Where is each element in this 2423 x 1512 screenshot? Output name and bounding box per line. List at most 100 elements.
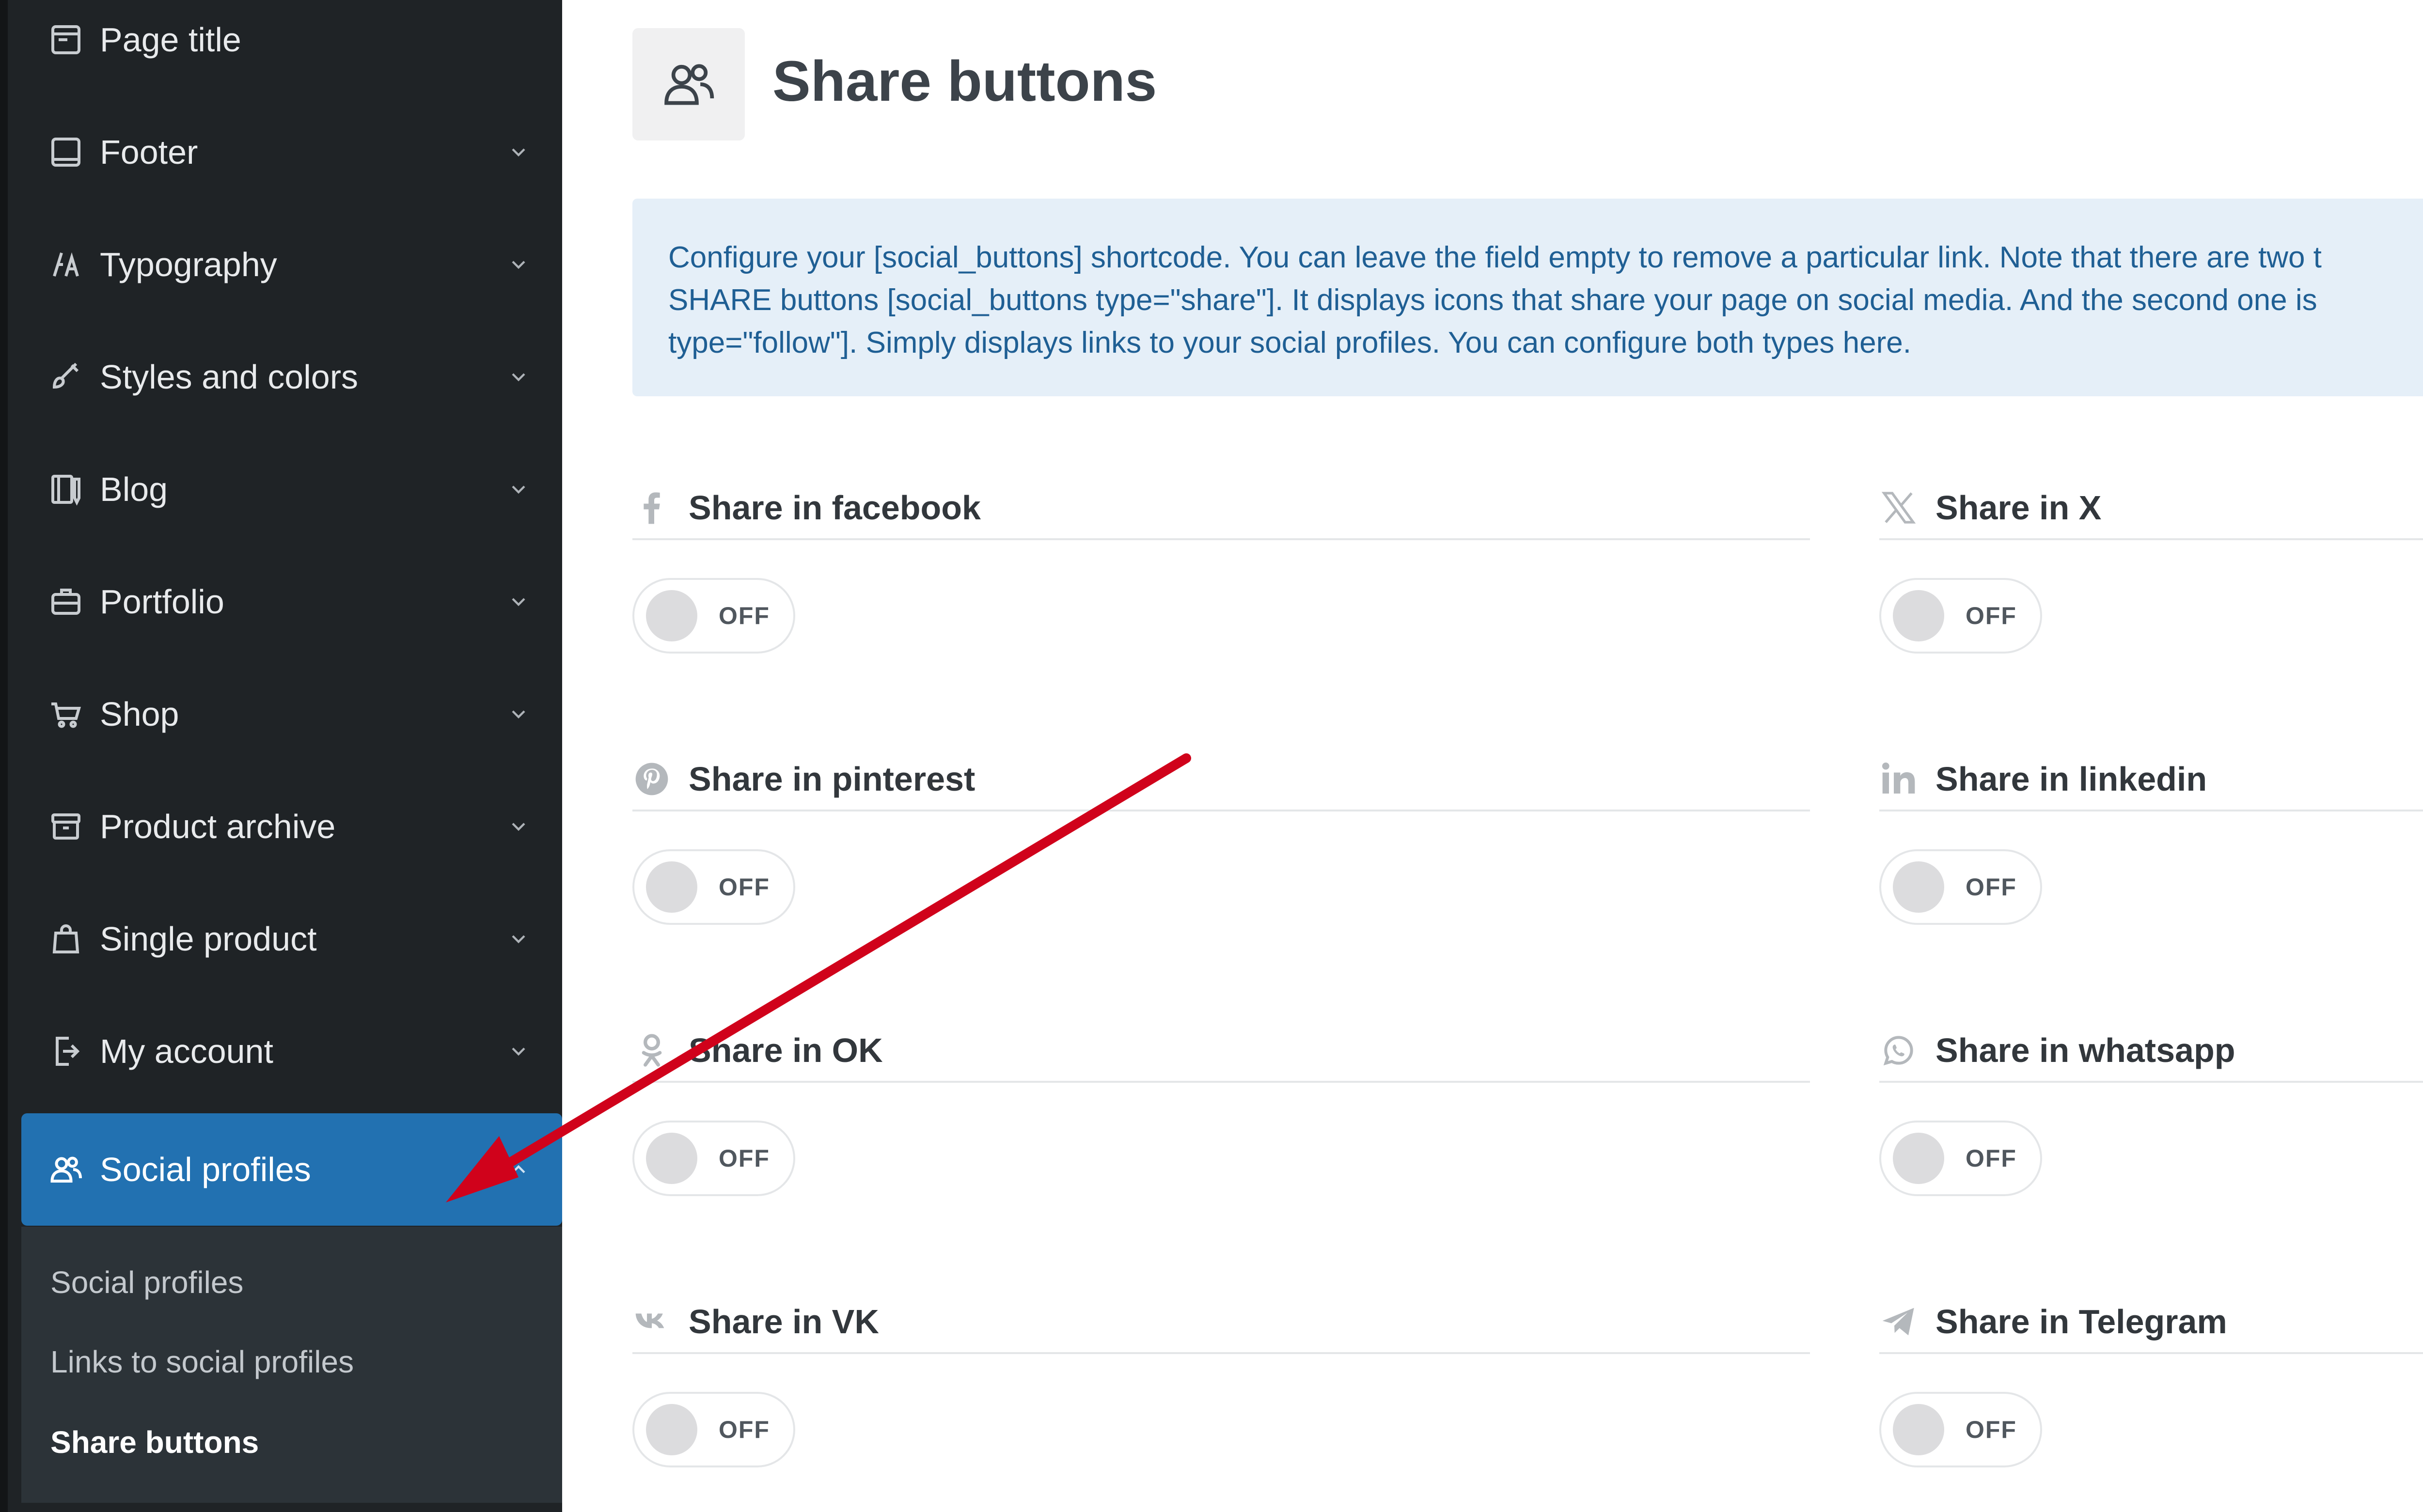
submenu-item-share-buttons[interactable]: Share buttons — [50, 1424, 259, 1460]
chevron-down-icon[interactable] — [504, 250, 533, 279]
bag-icon — [46, 919, 86, 959]
field-label: Share in facebook — [689, 489, 981, 527]
toggle-knob — [1893, 1404, 1944, 1455]
field-share-ok: Share in OK OFF — [632, 1020, 1810, 1196]
toggle-knob — [1893, 861, 1944, 913]
toggle-knob — [646, 1133, 697, 1184]
field-label: Share in linkedin — [1935, 760, 2207, 798]
toggle-knob — [646, 590, 697, 641]
field-share-x: Share in X OFF — [1879, 477, 2423, 654]
users-icon — [632, 28, 745, 140]
social-profiles-submenu: Social profiles Links to social profiles… — [21, 1227, 562, 1503]
page-title-icon — [46, 19, 86, 60]
toggle-switch[interactable]: OFF — [632, 578, 795, 654]
field-share-vk: Share in VK OFF — [632, 1291, 1810, 1467]
field-label: Share in OK — [689, 1031, 883, 1069]
chevron-down-icon[interactable] — [504, 700, 533, 729]
sidebar-item-shop[interactable]: Shop — [16, 658, 562, 770]
notice-line: Configure your [social_buttons] shortcod… — [668, 241, 2322, 274]
sidebar-item-label: Social profiles — [100, 1151, 311, 1188]
sidebar-item-page-title[interactable]: Page title — [16, 0, 562, 96]
toggle-knob — [646, 1404, 697, 1455]
footer-icon — [46, 132, 86, 172]
field-label: Share in pinterest — [689, 760, 975, 798]
notice-line: SHARE buttons [social_buttons type="shar… — [668, 283, 2317, 317]
sidebar-item-label: Shop — [100, 695, 179, 733]
sidebar-item-label: Blog — [100, 470, 168, 508]
whatsapp-icon — [1879, 1029, 1921, 1071]
toggle-state: OFF — [719, 873, 770, 901]
toggle-switch[interactable]: OFF — [632, 849, 795, 925]
page-title: Share buttons — [772, 49, 1157, 113]
field-label: Share in VK — [689, 1303, 879, 1341]
toggle-switch[interactable]: OFF — [632, 1392, 795, 1467]
sidebar-item-label: Page title — [100, 21, 241, 59]
toggle-state: OFF — [1966, 1145, 2017, 1172]
chevron-down-icon[interactable] — [504, 138, 533, 167]
sidebar-item-label: Typography — [100, 246, 277, 283]
sidebar-item-label: Product archive — [100, 808, 336, 845]
ok-icon — [632, 1029, 674, 1071]
sidebar-item-blog[interactable]: Blog — [16, 433, 562, 546]
login-icon — [46, 1031, 86, 1072]
toggle-switch[interactable]: OFF — [1879, 849, 2042, 925]
toggle-state: OFF — [1966, 602, 2017, 629]
toggle-state: OFF — [719, 1416, 770, 1443]
linkedin-icon — [1879, 758, 1921, 800]
toggle-knob — [1893, 1133, 1944, 1184]
blog-icon — [46, 469, 86, 510]
chevron-down-icon[interactable] — [504, 924, 533, 953]
toggle-switch[interactable]: OFF — [1879, 1121, 2042, 1196]
info-notice: Configure your [social_buttons] shortcod… — [632, 199, 2423, 396]
archive-icon — [46, 806, 86, 847]
field-label: Share in Telegram — [1935, 1303, 2227, 1341]
toggle-state: OFF — [1966, 873, 2017, 901]
sidebar-item-social-profiles[interactable]: Social profiles — [21, 1113, 562, 1226]
facebook-icon — [632, 487, 674, 529]
chevron-down-icon[interactable] — [504, 362, 533, 391]
brush-icon — [46, 357, 86, 397]
chevron-down-icon[interactable] — [504, 1037, 533, 1066]
toggle-switch[interactable]: OFF — [1879, 578, 2042, 654]
field-share-telegram: Share in Telegram OFF — [1879, 1291, 2423, 1467]
sidebar-item-my-account[interactable]: My account — [16, 995, 562, 1107]
sidebar-item-product-archive[interactable]: Product archive — [16, 770, 562, 883]
chevron-down-icon[interactable] — [504, 812, 533, 841]
submenu-item-social-profiles[interactable]: Social profiles — [50, 1264, 243, 1300]
telegram-icon — [1879, 1301, 1921, 1342]
chevron-up-icon[interactable] — [504, 1155, 533, 1184]
sidebar-item-footer[interactable]: Footer — [16, 96, 562, 208]
field-label: Share in X — [1935, 489, 2102, 527]
chevron-down-icon[interactable] — [504, 475, 533, 504]
sidebar-item-label: My account — [100, 1032, 273, 1070]
sidebar: Page title Footer Typography Styles and … — [0, 0, 562, 1512]
notice-line: type="follow"]. Simply displays links to… — [668, 326, 1911, 359]
sidebar-item-label: Portfolio — [100, 583, 224, 621]
toggle-switch[interactable]: OFF — [1879, 1392, 2042, 1467]
pinterest-icon — [632, 758, 674, 800]
submenu-item-links-to-social-profiles[interactable]: Links to social profiles — [50, 1344, 354, 1380]
sidebar-item-single-product[interactable]: Single product — [16, 883, 562, 995]
users-icon — [46, 1149, 86, 1190]
toggle-knob — [1893, 590, 1944, 641]
sidebar-item-typography[interactable]: Typography — [16, 208, 562, 321]
typography-icon — [46, 244, 86, 285]
chevron-down-icon[interactable] — [504, 587, 533, 616]
field-share-whatsapp: Share in whatsapp OFF — [1879, 1020, 2423, 1196]
toggle-state: OFF — [719, 1145, 770, 1172]
sidebar-item-label: Styles and colors — [100, 358, 359, 396]
field-label: Share in whatsapp — [1935, 1031, 2235, 1069]
x-icon — [1879, 487, 1921, 529]
sidebar-item-portfolio[interactable]: Portfolio — [16, 546, 562, 658]
main-content: Share buttons Configure your [social_but… — [562, 0, 2423, 1512]
toggle-switch[interactable]: OFF — [632, 1121, 795, 1196]
vk-icon — [632, 1301, 674, 1342]
briefcase-icon — [46, 581, 86, 622]
sidebar-item-label: Single product — [100, 920, 317, 958]
sidebar-item-label: Footer — [100, 133, 198, 171]
cart-icon — [46, 694, 86, 734]
field-share-linkedin: Share in linkedin OFF — [1879, 748, 2423, 925]
field-share-facebook: Share in facebook OFF — [632, 477, 1810, 654]
sidebar-item-styles-and-colors[interactable]: Styles and colors — [16, 321, 562, 433]
field-share-pinterest: Share in pinterest OFF — [632, 748, 1810, 925]
